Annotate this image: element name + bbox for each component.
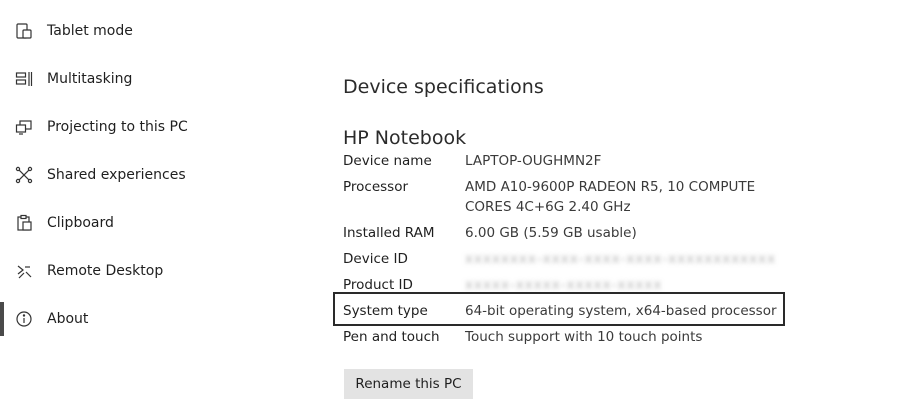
tablet-mode-icon (15, 22, 33, 40)
system-type-highlight (333, 292, 785, 326)
active-indicator (0, 302, 4, 336)
sidebar-item-label: About (47, 311, 89, 327)
sidebar-item-projecting[interactable]: Projecting to this PC (0, 103, 300, 151)
sidebar-item-label: Remote Desktop (47, 263, 164, 279)
about-icon (15, 310, 33, 328)
spec-label: Device ID (343, 251, 408, 267)
sidebar-item-tablet-mode[interactable]: Tablet mode (0, 7, 300, 55)
section-title: Device specifications (343, 76, 544, 98)
sidebar-item-about[interactable]: About (0, 295, 300, 343)
device-heading: HP Notebook (343, 127, 467, 149)
spec-label: Pen and touch (343, 329, 440, 345)
sidebar-item-clipboard[interactable]: Clipboard (0, 199, 300, 247)
spec-value-line1: AMD A10-9600P RADEON R5, 10 COMPUTE (465, 179, 756, 195)
clipboard-icon (15, 214, 33, 232)
rename-pc-button[interactable]: Rename this PC (344, 369, 473, 399)
remote-desktop-icon (15, 262, 33, 280)
projecting-icon (15, 118, 33, 136)
spec-value: 6.00 GB (5.59 GB usable) (465, 225, 637, 241)
spec-label: Device name (343, 153, 432, 169)
sidebar-item-shared-experiences[interactable]: Shared experiences (0, 151, 300, 199)
sidebar-item-remote-desktop[interactable]: Remote Desktop (0, 247, 300, 295)
shared-experiences-icon (15, 166, 33, 184)
about-panel: Device specifications HP Notebook Device… (343, 0, 903, 412)
sidebar-item-label: Tablet mode (47, 23, 133, 39)
spec-value-redacted: xxxxxxxx-xxxx-xxxx-xxxx-xxxxxxxxxxxx (465, 251, 777, 267)
spec-row-processor: Processor AMD A10-9600P RADEON R5, 10 CO… (343, 177, 793, 217)
spec-value: Touch support with 10 touch points (465, 329, 703, 345)
spec-label: Installed RAM (343, 225, 435, 241)
sidebar-item-label: Projecting to this PC (47, 119, 188, 135)
sidebar-item-label: Multitasking (47, 71, 133, 87)
spec-label: Processor (343, 179, 409, 195)
sidebar-item-label: Clipboard (47, 215, 114, 231)
sidebar-item-label: Shared experiences (47, 167, 186, 183)
sidebar-item-multitasking[interactable]: Multitasking (0, 55, 300, 103)
multitasking-icon (15, 70, 33, 88)
spec-value-line2: CORES 4C+6G 2.40 GHz (465, 199, 631, 215)
spec-value: LAPTOP-OUGHMN2F (465, 153, 602, 169)
sidebar: Tablet mode Multitasking Projecting to t… (0, 0, 300, 412)
